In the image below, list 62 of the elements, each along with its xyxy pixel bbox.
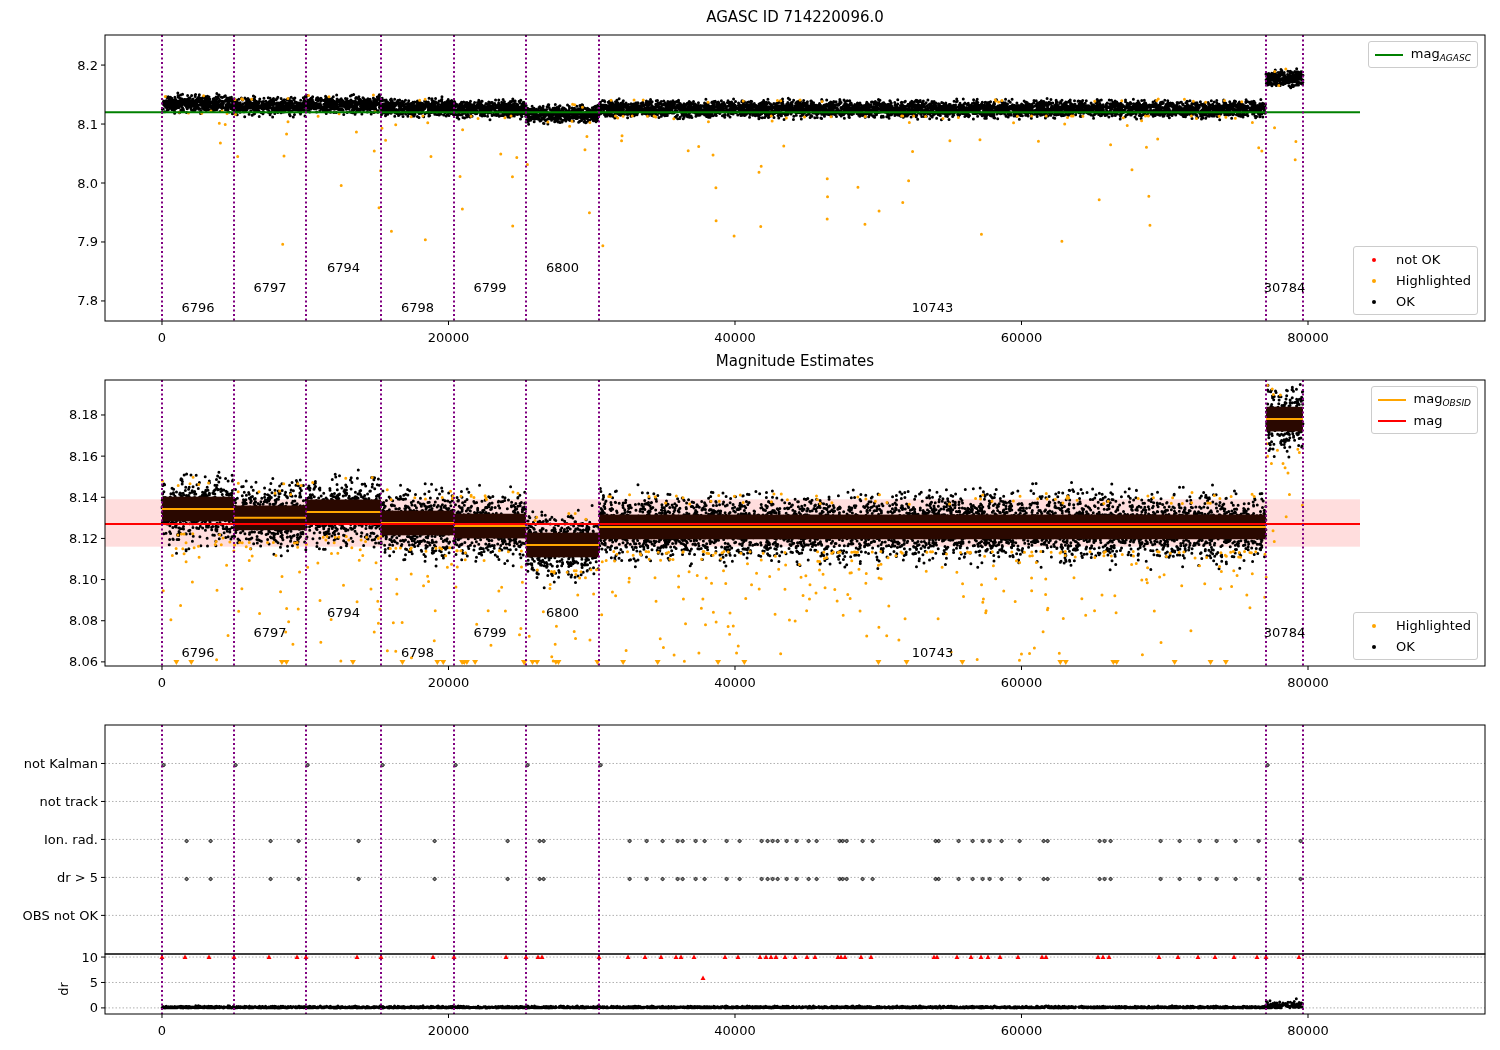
obsid-label: 6799 <box>473 625 507 640</box>
legend-label: Highlighted <box>1396 618 1471 633</box>
chart-title: Magnitude Estimates <box>715 352 875 370</box>
chart-title: AGASC ID 714220096.0 <box>706 8 884 26</box>
obsid-label: 6797 <box>253 625 287 640</box>
x-tick-label: 0 <box>157 1023 167 1038</box>
y-tick-label: 8.1 <box>77 116 98 132</box>
x-tick-label: 80000 <box>1287 330 1329 345</box>
obsid-label: 6794 <box>326 260 361 275</box>
x-tick-label: 40000 <box>714 675 756 690</box>
y-axis-label: dr <box>56 982 71 996</box>
obsid-label: 6800 <box>545 605 580 620</box>
legend-label: mag <box>1413 413 1443 428</box>
obsid-label: 6797 <box>253 280 287 295</box>
legend-label: Highlighted <box>1396 273 1471 288</box>
x-tick-label: 80000 <box>1287 1023 1329 1038</box>
obsid-label: 6800 <box>545 260 580 275</box>
x-tick-label: 40000 <box>714 330 756 345</box>
y-tick-label: 8.0 <box>77 175 98 191</box>
y-tick-label: not Kalman <box>23 756 98 771</box>
x-tick-label: 40000 <box>714 1023 756 1038</box>
legend-label: OK <box>1396 639 1415 654</box>
x-tick-label: 60000 <box>1000 675 1043 690</box>
legend-label: not OK <box>1396 252 1441 267</box>
y-tick-label: 8.08 <box>69 613 98 629</box>
x-tick-label: 60000 <box>1000 1023 1043 1038</box>
y-tick-label: dr > 5 <box>56 869 98 885</box>
y-tick-label: OBS not OK <box>22 907 98 923</box>
legend-label: OK <box>1396 294 1415 309</box>
y-tick-label: 8.10 <box>69 572 98 588</box>
obsid-label: 6798 <box>400 300 435 315</box>
obsid-label: 6796 <box>181 300 215 315</box>
y-tick-label: 7.9 <box>77 234 98 250</box>
y-tick-label: 8.14 <box>69 489 98 505</box>
y-tick-label: 8.06 <box>69 654 98 670</box>
x-tick-label: 60000 <box>1000 330 1043 345</box>
legend-label: mag$_{OBSID}$ <box>1413 391 1471 408</box>
y-tick-label: 5 <box>89 974 98 990</box>
obsid-label: 6799 <box>473 280 507 295</box>
y-tick-label: 8.18 <box>69 407 98 423</box>
legend-label: mag$_{AGASC}$ <box>1410 46 1471 63</box>
x-tick-label: 80000 <box>1287 675 1329 690</box>
obsid-label: 30784 <box>1263 280 1306 295</box>
y-tick-label: 10 <box>81 949 98 965</box>
x-tick-label: 0 <box>157 675 167 690</box>
y-tick-label: 8.12 <box>69 530 98 546</box>
x-tick-label: 20000 <box>427 330 470 345</box>
obsid-label: 6798 <box>400 645 435 660</box>
obsid-label: 10743 <box>911 645 954 660</box>
x-tick-label: 20000 <box>427 675 470 690</box>
y-tick-label: not track <box>39 793 98 809</box>
x-tick-label: 0 <box>157 330 167 345</box>
y-tick-label: Ion. rad. <box>44 831 98 847</box>
obsid-label: 6796 <box>181 645 215 660</box>
y-tick-label: 8.2 <box>77 57 98 73</box>
obsid-label: 6794 <box>326 605 361 620</box>
y-tick-label: 7.8 <box>77 293 98 309</box>
obsid-label: 30784 <box>1263 625 1306 640</box>
y-tick-label: 0 <box>89 1000 98 1016</box>
obsid-label: 10743 <box>911 300 954 315</box>
y-tick-label: 8.16 <box>69 448 98 464</box>
x-tick-label: 20000 <box>427 1023 470 1038</box>
